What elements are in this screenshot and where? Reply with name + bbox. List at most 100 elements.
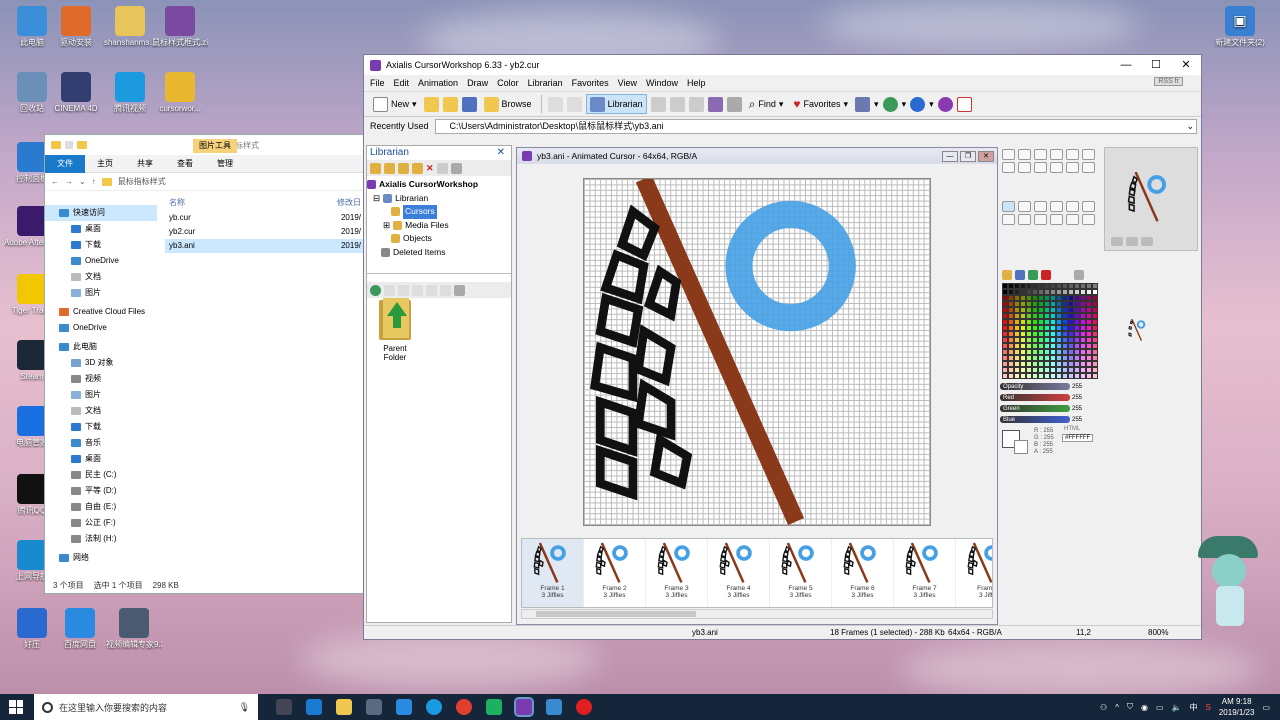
cut-icon[interactable]	[650, 96, 666, 112]
new-button[interactable]: New ▾	[370, 94, 420, 114]
desktop-icon[interactable]: 百度网盘	[52, 608, 108, 650]
undo-icon[interactable]	[547, 96, 563, 112]
dot-3-icon[interactable]	[1034, 175, 1047, 186]
mode-5-icon[interactable]	[1066, 201, 1079, 212]
column-name[interactable]: 名称	[169, 195, 185, 211]
slider-value[interactable]: 255	[1072, 417, 1082, 423]
parent-folder-item[interactable]: Parent Folder	[371, 294, 419, 362]
dot-11-icon[interactable]	[1066, 188, 1079, 199]
close-button[interactable]: ✕	[1171, 55, 1201, 75]
desktop-icon[interactable]: CINEMA 4D	[48, 72, 104, 114]
properties-icon[interactable]	[65, 141, 73, 149]
find-button[interactable]: ⌕ Find ▾	[746, 94, 787, 114]
effect-3-icon[interactable]	[1034, 214, 1047, 225]
eraser-icon[interactable]	[1034, 149, 1047, 160]
shield-icon[interactable]: ⛉	[1127, 702, 1133, 712]
desktop-icon[interactable]: 腾讯视频	[102, 72, 158, 114]
chevron-up-icon[interactable]: ^	[1115, 703, 1119, 712]
doc-close-button[interactable]: ✕	[978, 150, 994, 162]
nav-item[interactable]: 法制 (H:)	[45, 531, 157, 547]
desktop-icon[interactable]: shanshanms...	[102, 6, 158, 48]
properties-icon[interactable]	[436, 162, 448, 174]
palette-menu-icon[interactable]	[1074, 270, 1084, 280]
color-slider[interactable]: Red 255	[1000, 392, 1100, 403]
file-row[interactable]: yb2.cur 2019/	[165, 225, 365, 239]
close-icon[interactable]: ✕	[497, 146, 505, 160]
slider-value[interactable]: 255	[1072, 395, 1082, 401]
notification-icon[interactable]: ▭	[1262, 703, 1270, 712]
delete-icon[interactable]: ✕	[426, 163, 434, 174]
color-slider[interactable]: Green 255	[1000, 403, 1100, 414]
taskbar-search[interactable]: 在这里输入你要搜索的内容 🎙	[34, 694, 258, 720]
browse-button[interactable]: Browse	[481, 94, 535, 114]
microphone-icon[interactable]: 🎙	[239, 702, 250, 713]
new-folder-icon[interactable]	[77, 141, 87, 149]
dot-10-icon[interactable]	[1050, 188, 1063, 199]
add-color-icon[interactable]	[1028, 270, 1038, 280]
animation-frame[interactable]: Frame 53 Jiffies	[770, 539, 832, 607]
animation-frame[interactable]: Frame 13 Jiffies	[522, 539, 584, 607]
address-bar[interactable]: ← → ⌄ ↑ 鼠标指标样式	[45, 173, 365, 191]
list-view-icon[interactable]	[440, 284, 451, 296]
import-icon[interactable]	[426, 284, 437, 296]
desktop-icon[interactable]: 驱动安装	[48, 6, 104, 48]
menu-item[interactable]: Window	[646, 78, 678, 88]
dot-1-icon[interactable]	[1002, 175, 1015, 186]
register-icon[interactable]	[956, 96, 972, 112]
scroll-thumb[interactable]	[536, 611, 696, 617]
bg-white-button[interactable]	[1126, 237, 1138, 246]
nav-item[interactable]: 下载	[45, 237, 157, 253]
video-app-icon[interactable]	[486, 699, 502, 715]
bg-pattern-button[interactable]	[1141, 237, 1153, 246]
nav-item[interactable]: 此电脑	[45, 339, 157, 355]
desktop-icon-folder[interactable]: ▣ 新建文件夹(2)	[1212, 6, 1268, 48]
monitor-icon[interactable]	[855, 96, 871, 112]
mail-icon[interactable]	[366, 699, 382, 715]
search-icon[interactable]	[450, 162, 462, 174]
nav-item[interactable]: 音乐	[45, 435, 157, 451]
nav-item[interactable]: 网络	[45, 550, 157, 566]
slider-value[interactable]: 255	[1072, 384, 1082, 390]
task-view-icon[interactable]	[276, 699, 292, 715]
up-icon[interactable]: ↑	[92, 177, 96, 186]
open-folder-icon[interactable]	[442, 96, 458, 112]
text-icon[interactable]	[1082, 162, 1095, 173]
menu-item[interactable]: Draw	[467, 78, 488, 88]
tree-item-objects[interactable]: Objects	[367, 232, 511, 246]
menu-item[interactable]: File	[370, 78, 385, 88]
copy-icon[interactable]	[669, 96, 685, 112]
volume-icon[interactable]: 🔈	[1172, 703, 1182, 712]
desktop-icon[interactable]: 鼠标样式框式.zip	[152, 6, 208, 48]
animation-frame[interactable]: Frame 73 Jiffies	[894, 539, 956, 607]
dot-6-icon[interactable]	[1082, 175, 1095, 186]
nav-item[interactable]: 平等 (D:)	[45, 483, 157, 499]
column-date[interactable]: 修改日	[337, 195, 361, 211]
ime-indicator[interactable]: 中	[1190, 702, 1198, 713]
select-icon[interactable]	[1002, 149, 1015, 160]
menu-item[interactable]: View	[618, 78, 637, 88]
tree-item-cursors[interactable]: Cursors	[367, 205, 511, 219]
pixel-editor-canvas[interactable]	[583, 178, 931, 526]
html-color-field[interactable]: #FFFFFF	[1062, 434, 1094, 442]
globe-icon[interactable]	[882, 96, 898, 112]
mode-6-icon[interactable]	[1082, 201, 1095, 212]
librarian-button[interactable]: Librarian	[585, 94, 647, 114]
effect-4-icon[interactable]	[1050, 214, 1063, 225]
save-palette-icon[interactable]	[1015, 270, 1025, 280]
animation-frame[interactable]: Frame 33 Jiffies	[646, 539, 708, 607]
tree-item-librarian[interactable]: ⊟ Librarian	[367, 192, 511, 206]
edge-icon[interactable]	[306, 699, 322, 715]
menu-item[interactable]: Color	[497, 78, 519, 88]
mode-3-icon[interactable]	[1034, 201, 1047, 212]
dot-2-icon[interactable]	[1018, 175, 1031, 186]
nav-item[interactable]: 图片	[45, 387, 157, 403]
color-slider[interactable]: Opacity 255	[1000, 381, 1100, 392]
open-palette-icon[interactable]	[1002, 270, 1012, 280]
tree-item-deleted[interactable]: Deleted Items	[367, 246, 511, 260]
copy-icon[interactable]	[412, 162, 423, 174]
collapse-icon[interactable]: ⊟	[373, 192, 380, 206]
menu-item[interactable]: Librarian	[528, 78, 563, 88]
line-icon[interactable]	[1002, 162, 1015, 173]
brush-icon[interactable]	[1066, 149, 1079, 160]
rounded-rect-icon[interactable]	[1050, 162, 1063, 173]
